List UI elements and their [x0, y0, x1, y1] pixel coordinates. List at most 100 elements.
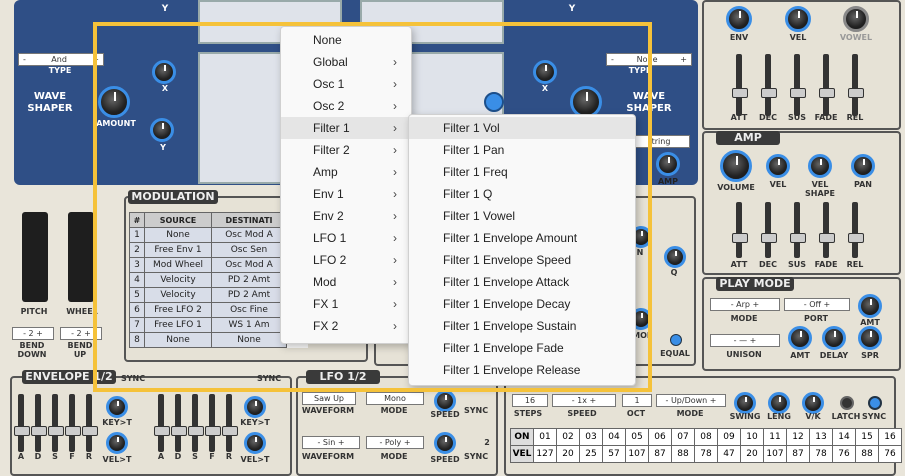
seq-step[interactable]: 10	[740, 428, 764, 446]
menu-item-filter-2[interactable]: Filter 2 ›	[281, 139, 411, 161]
seq-step[interactable]: 25	[579, 445, 603, 463]
env1-keyt-knob[interactable]	[106, 396, 128, 418]
filter-env-fader-att[interactable]	[736, 54, 742, 116]
filter-env-fader-dec[interactable]	[765, 54, 771, 116]
amp-fader-att[interactable]	[736, 202, 742, 258]
mod-cell-source[interactable]: None	[144, 332, 212, 348]
seq-step[interactable]: 107	[625, 445, 649, 463]
seq-oct-select[interactable]: 1	[622, 394, 652, 407]
mod-cell-dest[interactable]: PD 2 Amt	[211, 272, 287, 288]
filter-env-fader-cap[interactable]	[848, 88, 864, 99]
seq-step[interactable]: 08	[694, 428, 718, 446]
env2-fader-s[interactable]	[192, 394, 198, 452]
env2-velt-knob[interactable]	[244, 432, 266, 454]
lfo2-speed-knob[interactable]	[434, 432, 456, 454]
menu-item-mod[interactable]: Mod ›	[281, 271, 411, 293]
seq-step[interactable]: 88	[671, 445, 695, 463]
play-amt-knob[interactable]	[858, 294, 882, 318]
ws-y-knob[interactable]	[150, 118, 174, 142]
filter-q-knob[interactable]	[664, 246, 686, 268]
filter-env-fader-cap[interactable]	[790, 88, 806, 99]
seq-step[interactable]: 88	[855, 445, 879, 463]
unison-select[interactable]: - — +	[710, 334, 780, 347]
amp-vel-knob[interactable]	[766, 154, 790, 178]
seq-step[interactable]: 09	[717, 428, 741, 446]
menu-item-env-1[interactable]: Env 1 ›	[281, 183, 411, 205]
lfo2-mode-select[interactable]: - Poly +	[366, 436, 424, 449]
seq-step[interactable]: 13	[809, 428, 833, 446]
seq-step[interactable]: 107	[763, 445, 787, 463]
menu-item-env-2[interactable]: Env 2 ›	[281, 205, 411, 227]
mod-cell-dest[interactable]: None	[211, 332, 287, 348]
seq-step[interactable]: 01	[533, 428, 557, 446]
amp-fader-sus[interactable]	[794, 202, 800, 258]
seq-step[interactable]: 07	[671, 428, 695, 446]
filter-env-knob[interactable]	[726, 6, 752, 32]
env1-fader-cap[interactable]	[31, 425, 47, 436]
ws-amount-knob[interactable]	[98, 86, 130, 118]
env1-velt-knob[interactable]	[106, 432, 128, 454]
filter-env-fader-cap[interactable]	[732, 88, 748, 99]
lfo2-waveform-select[interactable]: - Sin +	[302, 436, 360, 449]
seq-step[interactable]: 47	[717, 445, 741, 463]
env2-fader-r[interactable]	[226, 394, 232, 452]
seq-step[interactable]: 14	[832, 428, 856, 446]
mod-cell-dest[interactable]: Osc Sen	[211, 242, 287, 258]
seq-step[interactable]: 87	[648, 445, 672, 463]
env2-fader-d[interactable]	[175, 394, 181, 452]
filter-vowel-knob[interactable]	[843, 6, 869, 32]
env1-fader-cap[interactable]	[65, 425, 81, 436]
filter-amp-knob[interactable]	[656, 152, 680, 176]
seq-mode-select[interactable]: - Up/Down +	[656, 394, 726, 407]
seq-step[interactable]: 05	[625, 428, 649, 446]
ws-left-type-select[interactable]: - And +	[18, 53, 104, 66]
bend-up-select[interactable]: - 2 +	[60, 327, 102, 340]
lfo1-waveform-select[interactable]: Saw Up	[302, 392, 356, 405]
seq-step[interactable]: 15	[855, 428, 879, 446]
submenu-item[interactable]: Filter 1 Envelope Sustain	[409, 315, 635, 337]
seq-step[interactable]: 20	[556, 445, 580, 463]
amp-volume-knob[interactable]	[720, 150, 752, 182]
submenu-item[interactable]: Filter 1 Envelope Fade	[409, 337, 635, 359]
mod-cell-source[interactable]: Free LFO 1	[144, 317, 212, 333]
menu-item-lfo-1[interactable]: LFO 1 ›	[281, 227, 411, 249]
seq-step[interactable]: 127	[533, 445, 557, 463]
submenu-item[interactable]: Filter 1 Vol	[409, 117, 635, 139]
seq-step[interactable]: 02	[556, 428, 580, 446]
filter-env-fader-cap[interactable]	[761, 88, 777, 99]
equal-led[interactable]	[670, 334, 682, 346]
menu-item-global[interactable]: Global ›	[281, 51, 411, 73]
seq-leng-knob[interactable]	[768, 392, 790, 414]
amp-fader-fade[interactable]	[823, 202, 829, 258]
seq-step[interactable]: 78	[809, 445, 833, 463]
seq-step[interactable]: 06	[648, 428, 672, 446]
env2-fader-cap[interactable]	[154, 425, 170, 436]
mod-cell-source[interactable]: Mod Wheel	[144, 257, 212, 273]
env2-fader-a[interactable]	[158, 394, 164, 452]
seq-sync-led[interactable]	[868, 396, 882, 410]
mod-cell-dest[interactable]: Osc Fine	[211, 302, 287, 318]
seq-step[interactable]: 12	[786, 428, 810, 446]
mod-cell-source[interactable]: Velocity	[144, 272, 212, 288]
mod-wheel[interactable]	[68, 212, 94, 302]
seq-step[interactable]: 20	[740, 445, 764, 463]
env1-fader-r[interactable]	[86, 394, 92, 452]
env1-fader-f[interactable]	[69, 394, 75, 452]
env2-fader-cap[interactable]	[205, 425, 221, 436]
seq-step[interactable]: 78	[694, 445, 718, 463]
play-mode-select[interactable]: - Arp +	[710, 298, 780, 311]
mod-cell-source[interactable]: Velocity	[144, 287, 212, 303]
submenu-item[interactable]: Filter 1 Freq	[409, 161, 635, 183]
env2-fader-cap[interactable]	[171, 425, 187, 436]
env1-fader-cap[interactable]	[82, 425, 98, 436]
unison-amt-knob[interactable]	[788, 326, 812, 350]
filter-string-select[interactable]: tring	[632, 135, 690, 148]
seq-step[interactable]: 57	[602, 445, 626, 463]
port-select[interactable]: - Off +	[784, 298, 850, 311]
submenu-item[interactable]: Filter 1 Envelope Attack	[409, 271, 635, 293]
filter-env-fader-fade[interactable]	[823, 54, 829, 116]
submenu-item[interactable]: Filter 1 Envelope Speed	[409, 249, 635, 271]
env2-fader-cap[interactable]	[188, 425, 204, 436]
ws-right-type-select[interactable]: - None +	[606, 53, 692, 66]
submenu-item[interactable]: Filter 1 Vowel	[409, 205, 635, 227]
